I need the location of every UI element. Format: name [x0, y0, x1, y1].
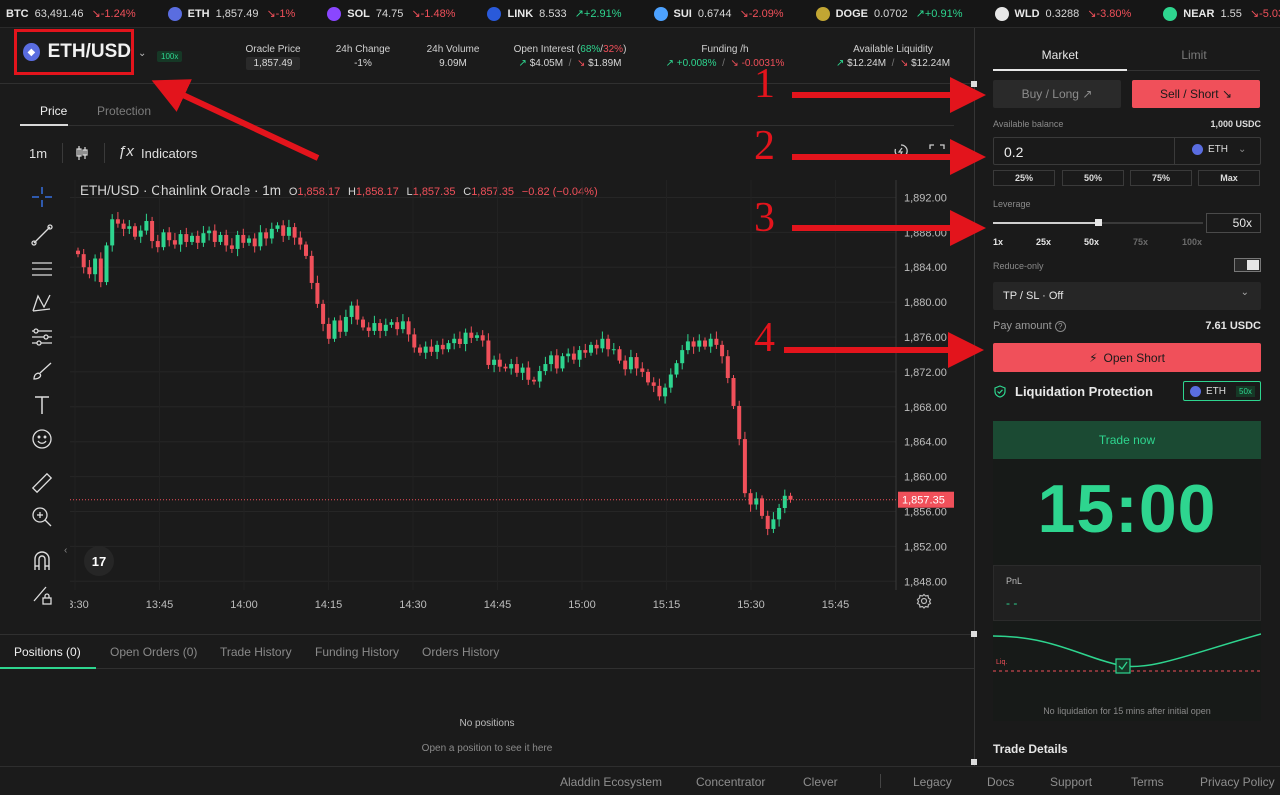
- annotation-number: 2: [754, 123, 775, 169]
- annotation-number: 3: [754, 195, 775, 241]
- annotation-number: 4: [754, 315, 775, 361]
- annotation-number: 1: [754, 61, 775, 107]
- annotation-arrow: [151, 79, 320, 161]
- annotation-arrows: [151, 77, 986, 368]
